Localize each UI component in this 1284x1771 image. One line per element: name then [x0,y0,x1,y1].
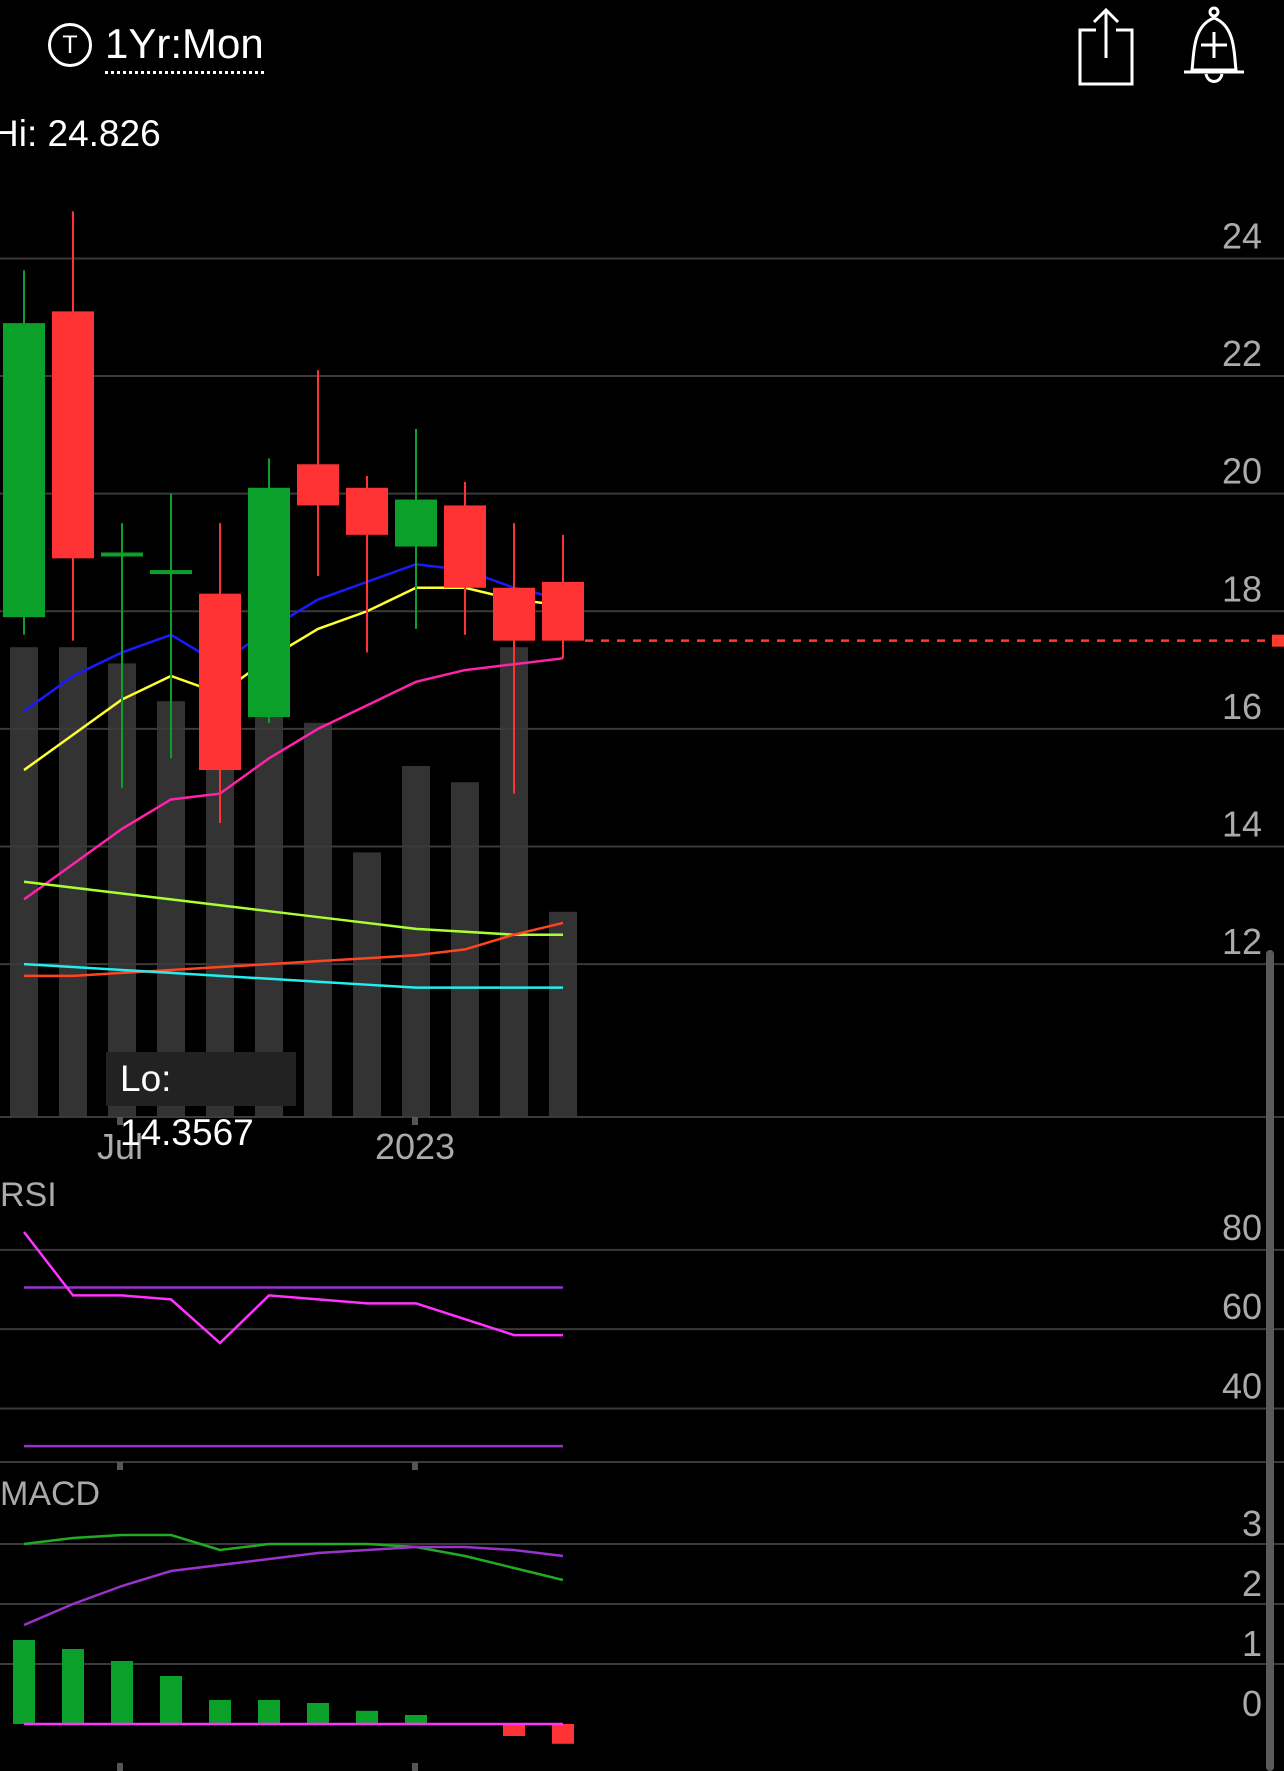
candle-body [150,570,192,575]
candle-body [248,487,290,718]
price-y-tick-label: 18 [1222,568,1262,609]
moving-average-line [23,880,563,936]
macd-histogram-bar [503,1724,525,1736]
macd-title: MACD [0,1475,100,1513]
high-value-label: Hi: 24.826 [0,113,161,154]
volume-bar [549,911,577,1117]
candle-body [542,581,584,641]
volume-bar [304,722,332,1117]
last-price-marker [1272,634,1284,647]
moving-average-line [23,962,563,989]
candle-body [101,552,143,557]
rsi-y-tick-label: 60 [1222,1286,1262,1327]
macd-histogram-bar [356,1710,378,1724]
moving-average-line [23,657,564,901]
macd-histogram-bar [405,1715,427,1724]
macd-histogram-bar [209,1700,231,1724]
rsi-title: RSI [0,1176,57,1214]
volume-bar [402,766,430,1117]
x-tick-label: 2023 [375,1126,455,1167]
macd-histogram-bar [13,1640,35,1724]
macd-y-tick-label: 2 [1242,1563,1262,1604]
candle-body [444,505,486,588]
chart-screen: T 1Yr:Mon 24222018161412Jul2023RSI806040… [0,0,1284,1771]
candle-body [52,311,94,559]
candle-body [346,487,388,535]
price-y-tick-label: 22 [1222,333,1262,374]
macd-histogram-bar [160,1676,182,1724]
price-y-tick-label: 24 [1222,215,1262,256]
candle-body [395,499,437,547]
rsi-y-tick-label: 40 [1222,1365,1262,1406]
macd-y-tick-label: 0 [1242,1683,1262,1724]
price-y-tick-label: 20 [1222,451,1262,492]
candle-body [3,323,45,618]
macd-histogram-bar [552,1724,574,1744]
macd-line [23,1545,564,1627]
chart-canvas[interactable]: 24222018161412Jul2023RSI806040MACD3210 [0,0,1284,1771]
scrollbar[interactable] [1266,950,1274,1771]
macd-histogram-bar [62,1649,84,1724]
rsi-y-tick-label: 80 [1222,1207,1262,1248]
macd-histogram-bar [258,1700,280,1724]
candle-body [297,464,339,506]
price-y-tick-label: 14 [1222,803,1262,844]
candle-body [199,593,241,771]
macd-y-tick-label: 3 [1242,1503,1262,1544]
macd-histogram-bar [307,1703,329,1724]
price-y-tick-label: 12 [1222,921,1262,962]
volume-bar [59,647,87,1117]
low-value-label: Lo: 14.3567 [106,1052,296,1153]
candle-body [493,587,535,641]
macd-y-tick-label: 1 [1242,1623,1262,1664]
macd-histogram-bar [111,1661,133,1724]
price-y-tick-label: 16 [1222,686,1262,727]
macd-line [23,1533,564,1582]
